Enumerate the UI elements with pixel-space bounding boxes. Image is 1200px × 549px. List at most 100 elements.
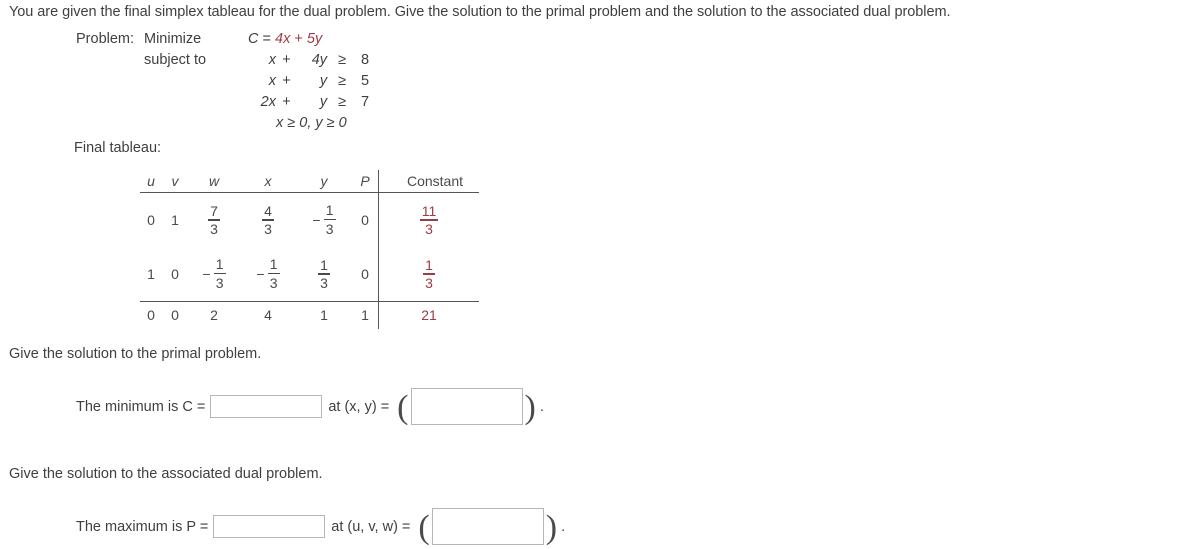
dual-trailing-period: . (561, 518, 566, 535)
primal-answer-row: The minimum is C = at (x, y) = ( ) . (76, 388, 544, 426)
tableau-header-x: x (264, 172, 272, 189)
cell-r3c3: 2 (188, 302, 240, 329)
tableau-value: 0 (147, 307, 155, 323)
nonnegativity-row: x ≥ 0, y ≥ 0 (76, 115, 369, 136)
tableau-value: 0 (361, 211, 369, 228)
tableau-value: 1 (361, 307, 369, 323)
constraint-3-term-2: y (319, 94, 328, 110)
cell-r1c1: 0 (140, 193, 162, 247)
constraint-row-3: 2x + y ≥ 7 (76, 94, 369, 115)
worksheet-page: You are given the final simplex tableau … (0, 0, 1200, 549)
fraction: 73 (208, 202, 220, 236)
cell-r2c4: −1 3 (240, 247, 296, 302)
fraction: 13 (213, 257, 226, 291)
tableau-value: 1 (320, 307, 328, 323)
nonnegativity-constraint: x ≥ 0, y ≥ 0 (276, 115, 347, 131)
fraction-numerator: 11 (421, 202, 437, 219)
fraction-numerator: 4 (264, 202, 272, 219)
dual-point-input[interactable] (431, 508, 544, 545)
tableau-header-u: u (147, 172, 155, 189)
cell-r1c6: 0 (352, 193, 379, 247)
fraction-denominator: 3 (264, 221, 272, 238)
dual-maximum-input[interactable] (213, 515, 326, 538)
objective-term-1: 4x (275, 31, 291, 47)
fraction: 13 (267, 256, 280, 291)
cell-r3-constant: 21 (378, 301, 479, 329)
cell-r3c4: 4 (240, 302, 296, 329)
fraction-denominator: 3 (215, 274, 224, 291)
primal-at-label: at (x, y) = (328, 398, 390, 415)
fraction-denominator: 3 (425, 275, 433, 292)
tableau-value: 0 (171, 265, 179, 282)
constraint-row-2: x + y ≥ 5 (76, 73, 369, 94)
cell-r3c2: 0 (162, 302, 188, 329)
primal-minimum-label: The minimum is C = (76, 398, 206, 415)
constraint-expression-2: x + y ≥ 5 (248, 73, 369, 89)
cell-r1c4: 43 (240, 193, 296, 247)
constraint-1-term-2: 4y (311, 52, 328, 68)
constraint-3-rhs: 7 (361, 94, 370, 110)
objective-equals: = (262, 31, 271, 47)
constraint-2-operator: + (282, 73, 291, 89)
minimize-label: Minimize (144, 31, 202, 47)
constraint-2-relation: ≥ (338, 73, 347, 89)
fraction-numerator: 1 (269, 256, 278, 273)
constraint-row-1: subject to x + 4y ≥ 8 (76, 52, 369, 73)
cell-r2-constant: 13 (378, 246, 479, 301)
tableau-header-y: y (320, 172, 328, 189)
objective-expression: C = 4x + 5y (248, 31, 322, 47)
fraction-bar (267, 272, 280, 275)
constraint-1-relation: ≥ (338, 52, 347, 68)
cell-r1c5: −1 3 (296, 193, 352, 247)
fraction-numerator: 7 (210, 202, 218, 219)
constraint-2-rhs: 5 (361, 73, 370, 89)
table-row: 1 0 −1 3 −1 3 13 0 13 (140, 246, 479, 302)
minus-sign: − (312, 211, 321, 228)
primal-point-input[interactable] (410, 388, 523, 425)
tableau-value: 2 (210, 307, 218, 323)
fraction-denominator: 3 (269, 274, 278, 291)
cell-r2c6: 0 (352, 247, 379, 302)
cell-r2c1: 1 (140, 247, 162, 302)
fraction-denominator: 3 (425, 221, 433, 238)
fraction-numerator: 1 (325, 202, 334, 219)
subject-to-label: subject to (144, 52, 207, 68)
fraction-numerator: 1 (425, 256, 433, 273)
problem-intro-text: You are given the final simplex tableau … (9, 4, 951, 20)
tableau-header-p: P (360, 172, 370, 189)
cell-r1c2: 1 (162, 193, 188, 247)
final-tableau-caption: Final tableau: (74, 140, 162, 156)
fraction-denominator: 3 (320, 275, 328, 292)
minus-sign: − (256, 265, 265, 282)
dual-answer-row: The maximum is P = at (u, v, w) = ( ) . (76, 508, 566, 546)
tableau-value: 0 (361, 265, 369, 282)
constraint-3-term-1: 2x (260, 94, 276, 110)
fraction-bar (323, 218, 336, 221)
cell-r1c3: 73 (188, 193, 240, 247)
tableau-value: 1 (171, 211, 179, 228)
cell-r3c5: 1 (296, 302, 352, 329)
constraint-1-term-1: x (268, 52, 276, 68)
constraint-1-rhs: 8 (361, 52, 370, 68)
constraint-3-operator: + (282, 94, 291, 110)
tableau-header-v: v (171, 172, 179, 189)
primal-minimum-input[interactable] (210, 395, 323, 418)
cell-r3c1: 0 (140, 302, 162, 329)
cell-r2c5: 13 (296, 247, 352, 302)
cell-r2c3: −1 3 (188, 247, 240, 302)
simplex-tableau: u v w x y P Constant 0 1 73 43 −1 3 0 11 3 (140, 170, 479, 329)
fraction: 11 3 (419, 202, 439, 238)
constraint-expression-1: x + 4y ≥ 8 (248, 52, 369, 68)
primal-trailing-period: . (539, 398, 544, 415)
tableau-header-constant: Constant (378, 170, 479, 192)
constraint-expression-3: 2x + y ≥ 7 (248, 94, 369, 110)
problem-label: Problem: (76, 31, 135, 47)
fraction: 43 (262, 202, 274, 238)
dual-prompt: Give the solution to the associated dual… (9, 466, 323, 482)
primal-prompt: Give the solution to the primal problem. (9, 346, 262, 362)
dual-at-label: at (u, v, w) = (331, 518, 411, 535)
fraction-numerator: 1 (320, 256, 328, 273)
problem-statement: Problem: Minimize C = 4x + 5y subject to… (76, 31, 369, 136)
tableau-value: 0 (147, 211, 155, 228)
tableau-header-row: u v w x y P Constant (140, 170, 479, 192)
